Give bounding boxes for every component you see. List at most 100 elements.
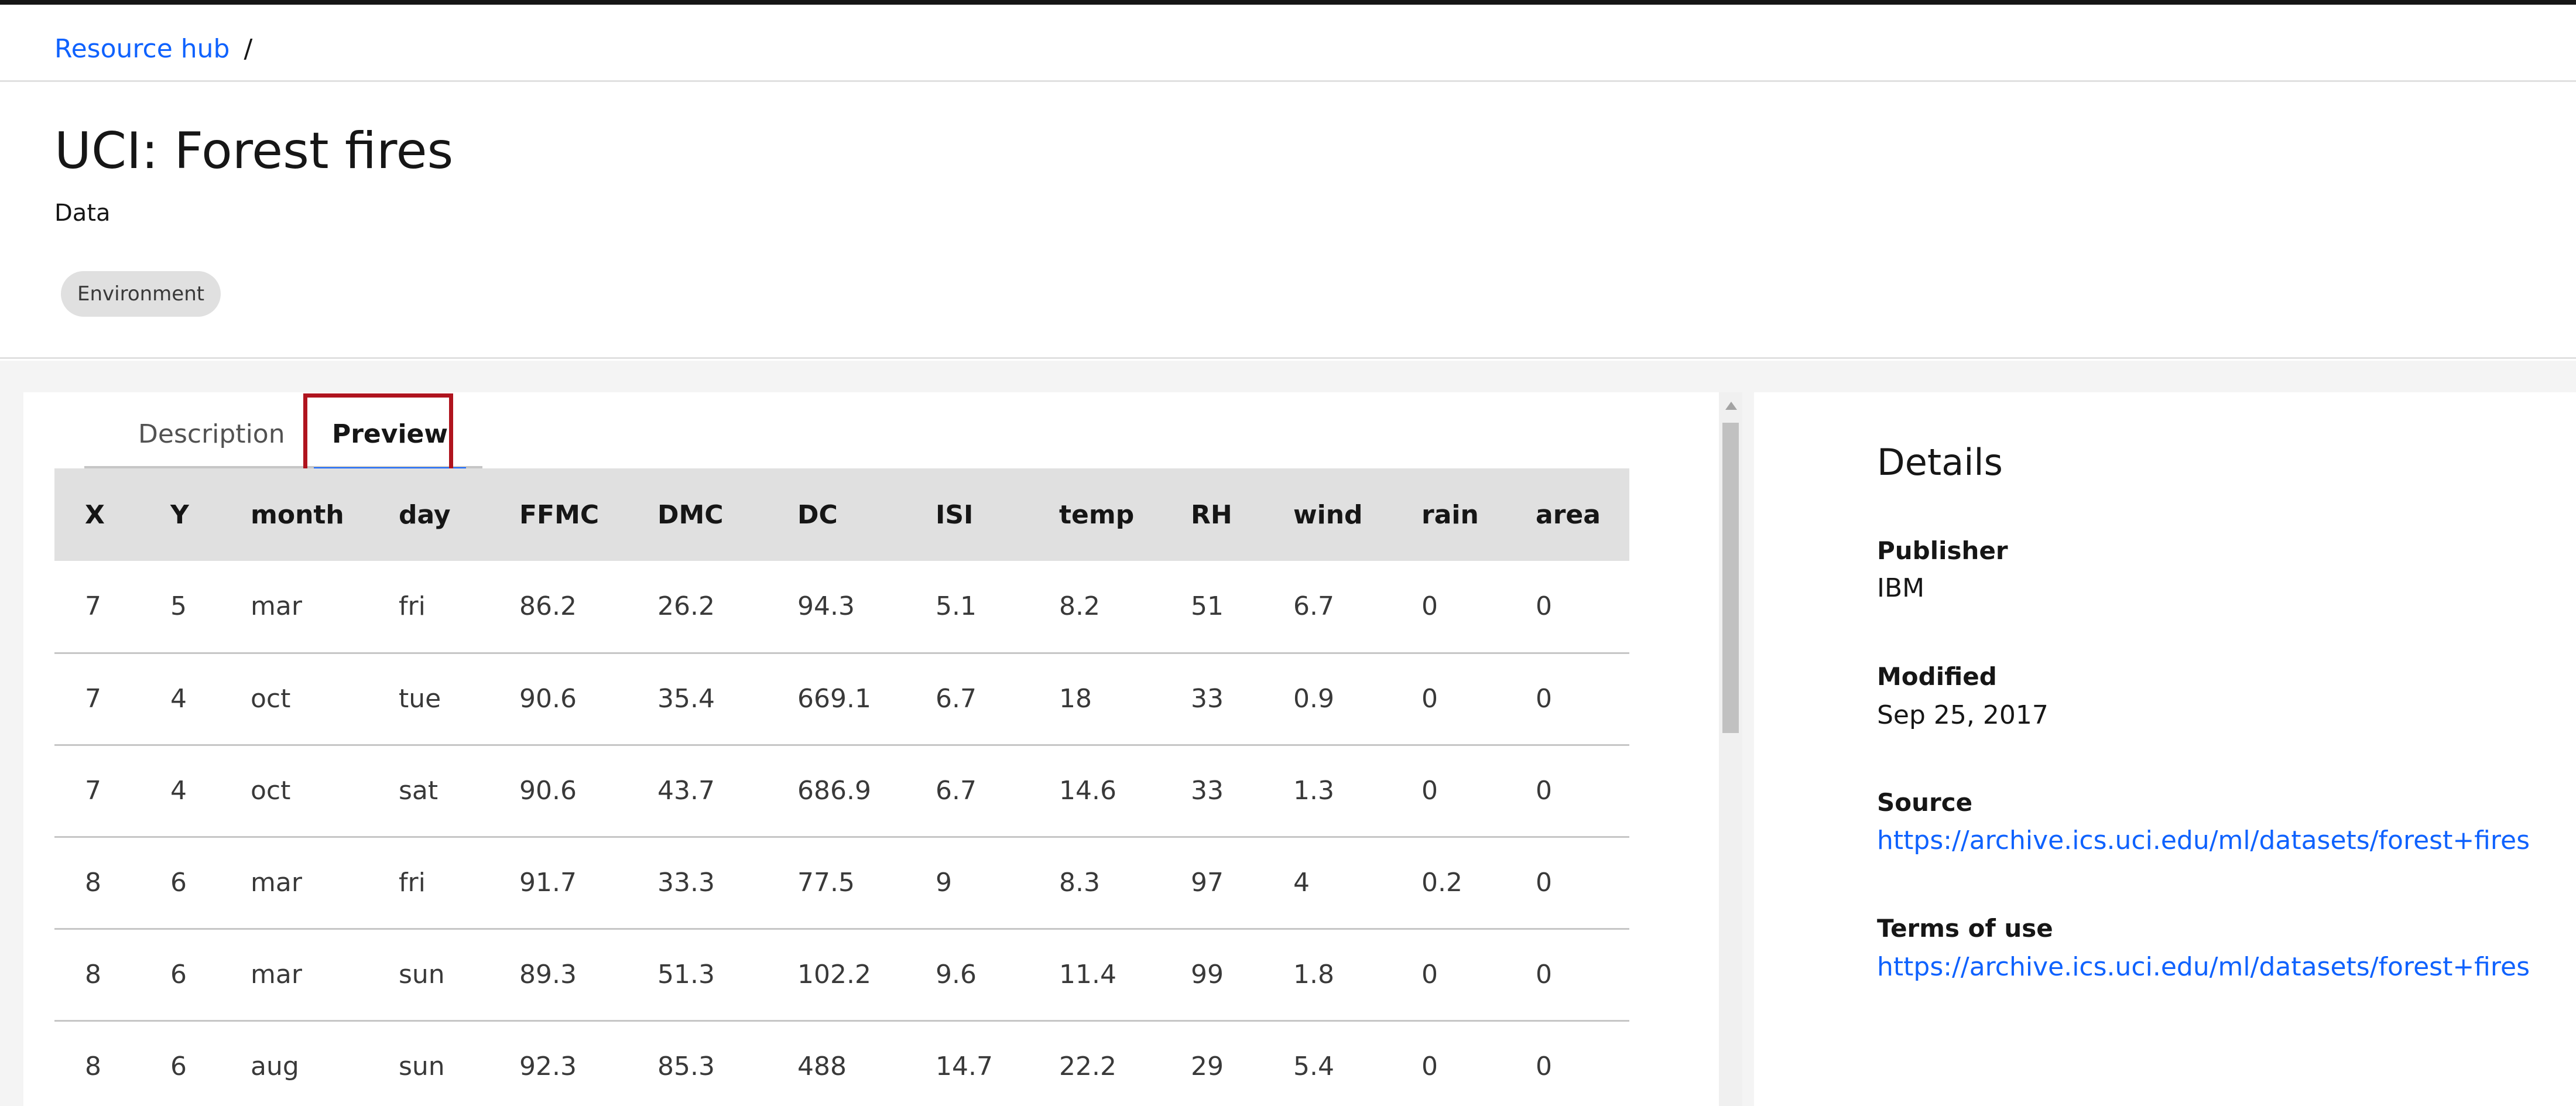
table-row: 7 4 oct tue 90.6 35.4 669.1 6.7 18 33 0.9 0 0 <box>54 653 1629 746</box>
table-cell-day: fri <box>368 837 489 930</box>
asset-type-label: Data <box>54 200 111 227</box>
column-header-rain[interactable]: rain <box>1391 468 1505 561</box>
terms-of-use-label: Terms of use <box>1877 914 2053 943</box>
table-cell-dmc: 35.4 <box>627 653 767 746</box>
column-header-day[interactable]: day <box>368 468 489 561</box>
table-cell-ffmc: 91.7 <box>489 837 627 930</box>
table-cell-area: 0 <box>1505 929 1629 1022</box>
column-header-dc[interactable]: DC <box>767 468 905 561</box>
table-cell-isi: 9.6 <box>905 929 1029 1022</box>
table-cell-day: fri <box>368 561 489 654</box>
column-header-wind[interactable]: wind <box>1263 468 1391 561</box>
column-header-ffmc[interactable]: FFMC <box>489 468 627 561</box>
table-cell-rain: 0 <box>1391 1021 1505 1106</box>
table-cell-rain: 0 <box>1391 561 1505 654</box>
table-cell-y: 5 <box>140 561 220 654</box>
column-header-area[interactable]: area <box>1505 468 1629 561</box>
table-cell-ffmc: 92.3 <box>489 1021 627 1106</box>
column-header-temp[interactable]: temp <box>1029 468 1160 561</box>
table-cell-temp: 14.6 <box>1029 745 1160 838</box>
column-header-month[interactable]: month <box>220 468 368 561</box>
page-title: UCI: Forest fires <box>54 122 454 180</box>
table-cell-rh: 33 <box>1160 653 1263 746</box>
table-row: 8 6 aug sun 92.3 85.3 488 14.7 22.2 29 5.4 0 0 <box>54 1021 1629 1106</box>
table-cell-temp: 8.3 <box>1029 837 1160 930</box>
table-cell-day: sun <box>368 929 489 1022</box>
table-cell-dmc: 43.7 <box>627 745 767 838</box>
table-cell-dc: 686.9 <box>767 745 905 838</box>
scroll-up-arrow-icon[interactable] <box>1725 402 1737 410</box>
tag-environment[interactable]: Environment <box>61 271 221 317</box>
table-cell-isi: 5.1 <box>905 561 1029 654</box>
publisher-value: IBM <box>1877 573 1925 603</box>
column-header-y[interactable]: Y <box>140 468 220 561</box>
table-cell-dc: 94.3 <box>767 561 905 654</box>
breadcrumb-separator: / <box>244 34 253 64</box>
table-cell-area: 0 <box>1505 745 1629 838</box>
table-cell-day: sat <box>368 745 489 838</box>
table-cell-ffmc: 89.3 <box>489 929 627 1022</box>
table-cell-x: 8 <box>54 1021 140 1106</box>
table-cell-wind: 1.8 <box>1263 929 1391 1022</box>
source-label: Source <box>1877 788 1973 817</box>
breadcrumb-link-resource-hub[interactable]: Resource hub <box>54 34 229 64</box>
vertical-scrollbar[interactable] <box>1719 392 1742 1106</box>
table-row: 7 5 mar fri 86.2 26.2 94.3 5.1 8.2 51 6.7 0 0 <box>54 561 1629 654</box>
table-cell-month: oct <box>220 745 368 838</box>
table-cell-x: 7 <box>54 653 140 746</box>
table-row: 8 6 mar fri 91.7 33.3 77.5 9 8.3 97 4 0.2 0 <box>54 837 1629 930</box>
table-cell-rain: 0 <box>1391 653 1505 746</box>
table-cell-month: oct <box>220 653 368 746</box>
table-row: 8 6 mar sun 89.3 51.3 102.2 9.6 11.4 99 1.8 0 0 <box>54 929 1629 1022</box>
source-link[interactable]: https://archive.ics.uci.edu/ml/datasets/… <box>1877 824 2530 857</box>
table-cell-ffmc: 90.6 <box>489 653 627 746</box>
table-cell-rain: 0 <box>1391 745 1505 838</box>
table-cell-y: 6 <box>140 929 220 1022</box>
table-cell-ffmc: 90.6 <box>489 745 627 838</box>
table-cell-rh: 51 <box>1160 561 1263 654</box>
column-header-dmc[interactable]: DMC <box>627 468 767 561</box>
page-header: UCI: Forest fires Data Environment <box>0 84 2576 359</box>
table-cell-month: mar <box>220 929 368 1022</box>
table-cell-y: 6 <box>140 1021 220 1106</box>
table-cell-y: 4 <box>140 653 220 746</box>
table-cell-dmc: 85.3 <box>627 1021 767 1106</box>
column-header-x[interactable]: X <box>54 468 140 561</box>
table-cell-area: 0 <box>1505 837 1629 930</box>
table-cell-dc: 669.1 <box>767 653 905 746</box>
column-header-rh[interactable]: RH <box>1160 468 1263 561</box>
tab-description[interactable]: Description <box>84 410 289 468</box>
table-cell-isi: 6.7 <box>905 653 1029 746</box>
table-cell-y: 6 <box>140 837 220 930</box>
table-cell-area: 0 <box>1505 653 1629 746</box>
table-cell-dc: 488 <box>767 1021 905 1106</box>
table-cell-rain: 0.2 <box>1391 837 1505 930</box>
table-cell-wind: 0.9 <box>1263 653 1391 746</box>
table-cell-day: tue <box>368 653 489 746</box>
table-cell-dc: 77.5 <box>767 837 905 930</box>
top-bar <box>0 0 2576 5</box>
table-cell-x: 8 <box>54 837 140 930</box>
column-header-isi[interactable]: ISI <box>905 468 1029 561</box>
table-cell-isi: 6.7 <box>905 745 1029 838</box>
main-panel: Description Preview X Y month day FFMC D… <box>23 392 1719 1106</box>
details-panel: Details Publisher IBM Modified Sep 25, 2… <box>1754 392 2576 1106</box>
table-cell-wind: 4 <box>1263 837 1391 930</box>
terms-of-use-link[interactable]: https://archive.ics.uci.edu/ml/datasets/… <box>1877 951 2530 984</box>
table-cell-rh: 99 <box>1160 929 1263 1022</box>
table-cell-rain: 0 <box>1391 929 1505 1022</box>
scrollbar-thumb[interactable] <box>1722 423 1739 733</box>
preview-tab-highlight-box <box>303 393 453 477</box>
table-cell-month: mar <box>220 837 368 930</box>
table-row: 7 4 oct sat 90.6 43.7 686.9 6.7 14.6 33 1.3 0 0 <box>54 745 1629 838</box>
table-cell-x: 7 <box>54 745 140 838</box>
table-cell-isi: 14.7 <box>905 1021 1029 1106</box>
table-cell-ffmc: 86.2 <box>489 561 627 654</box>
table-cell-temp: 11.4 <box>1029 929 1160 1022</box>
table-cell-rh: 29 <box>1160 1021 1263 1106</box>
table-cell-wind: 5.4 <box>1263 1021 1391 1106</box>
table-body: 7 5 mar fri 86.2 26.2 94.3 5.1 8.2 51 6.7 0 0 7 4 oct tu… <box>54 561 1629 1106</box>
breadcrumb-bar: Resource hub / <box>0 5 2576 82</box>
table-cell-month: aug <box>220 1021 368 1106</box>
table-cell-temp: 8.2 <box>1029 561 1160 654</box>
